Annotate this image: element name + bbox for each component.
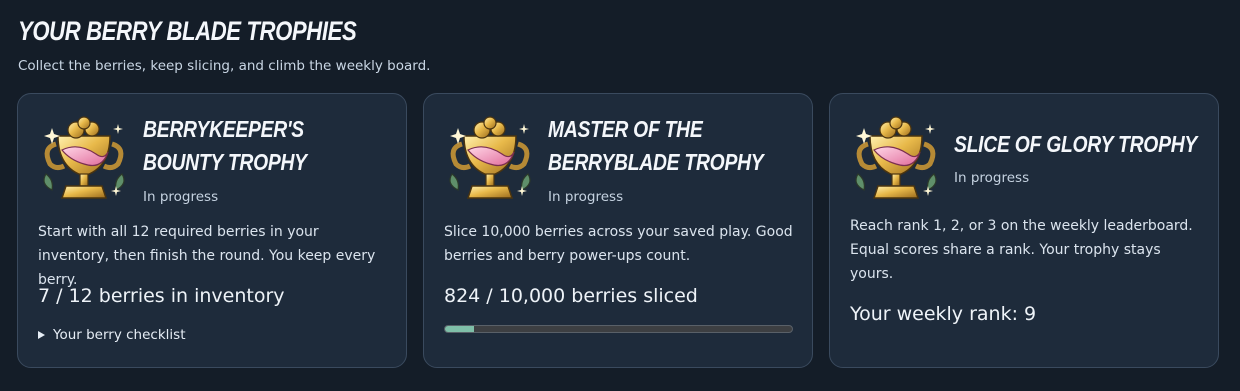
trophy-description: Reach rank 1, 2, or 3 on the weekly lead… [850,218,1193,282]
trophy-title: BERRYKEEPER'S BOUNTY TROPHY [143,116,307,175]
caret-right-icon [38,331,45,339]
bounty-trophy-icon [38,114,130,206]
trophy-progress-text: 824 / 10,000 berries sliced [444,285,698,307]
master-trophy-icon [444,114,536,206]
page-header: YOUR BERRY BLADE TROPHIES Collect the be… [18,14,431,74]
trophy-title: MASTER OF THE BERRYBLADE TROPHY [548,116,764,175]
berry-checklist-toggle[interactable]: Your berry checklist [38,327,185,343]
slice-progress-fill [445,326,474,332]
trophy-title: SLICE OF GLORY TROPHY [954,131,1198,157]
glory-trophy-icon [850,114,942,206]
trophy-description: Slice 10,000 berries across your saved p… [444,224,793,264]
trophy-card-bounty: BERRYKEEPER'S BOUNTY TROPHY In progress … [17,93,407,368]
page-subtitle: Collect the berries, keep slicing, and c… [18,58,431,74]
slice-progress-bar [444,325,793,333]
trophy-status: In progress [954,170,1030,186]
trophy-card-glory: SLICE OF GLORY TROPHY In progress Reach … [829,93,1219,368]
page-title: YOUR BERRY BLADE TROPHIES [18,16,357,46]
trophy-progress-text: 7 / 12 berries in inventory [38,285,285,307]
berry-checklist-label: Your berry checklist [53,327,186,343]
trophy-description: Start with all 12 required berries in yo… [38,224,376,288]
trophy-card-master: MASTER OF THE BERRYBLADE TROPHY In progr… [423,93,813,368]
weekly-rank-text: Your weekly rank: 9 [850,303,1037,325]
trophy-status: In progress [548,189,624,205]
trophy-status: In progress [143,189,219,205]
